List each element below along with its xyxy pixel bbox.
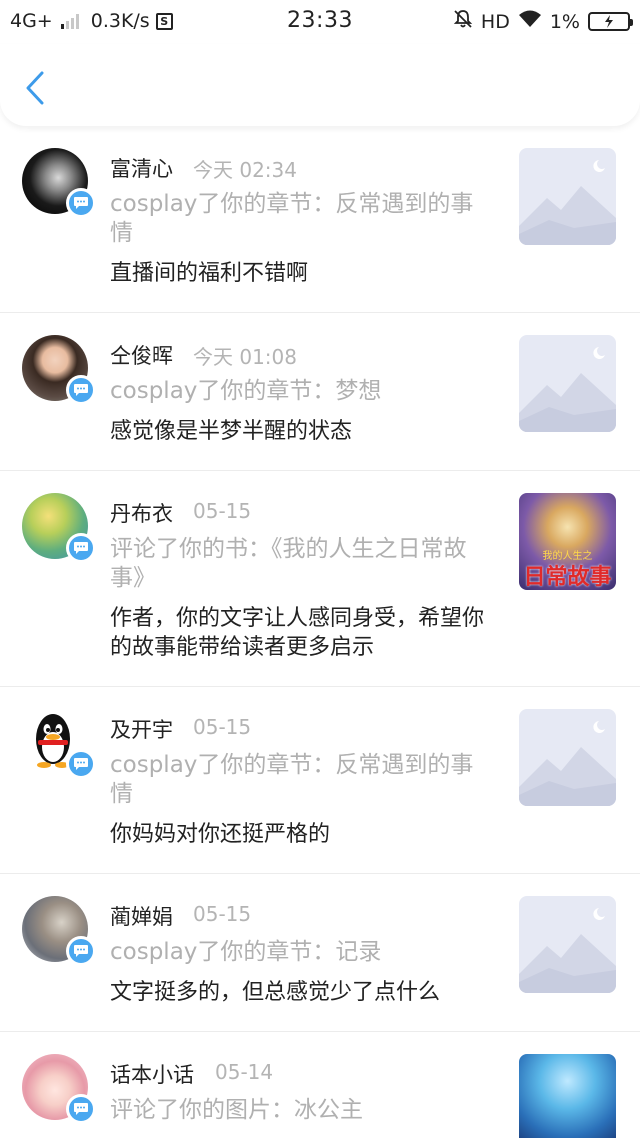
- book-cover-title: 日常故事: [523, 564, 612, 590]
- comment-badge-icon: [66, 936, 96, 966]
- comment-text: 文字挺多的，但总感觉少了点什么: [110, 980, 441, 1005]
- list-item[interactable]: 话本小话 05-14 评论了你的图片：冰公主: [0, 1032, 640, 1138]
- hd-label: HD: [480, 10, 510, 33]
- comment-badge-icon: [66, 533, 96, 563]
- battery-percent: 1%: [549, 10, 580, 33]
- user-name[interactable]: 仝俊晖: [110, 340, 173, 370]
- status-bar: 4G+ 0.3K/s S 23:33 HD 1%: [0, 0, 640, 44]
- comment-badge-icon: [66, 375, 96, 405]
- battery-icon: [588, 12, 633, 31]
- list-item[interactable]: 仝俊晖 今天 01:08 cosplay了你的章节：梦想 感觉像是半梦半醒的状态: [0, 313, 640, 471]
- timestamp: 05-15: [193, 499, 252, 523]
- timestamp: 今天 01:08: [193, 345, 297, 369]
- placeholder-image-icon[interactable]: [519, 335, 616, 432]
- action-text: cosplay了你的章节：记录: [110, 939, 382, 965]
- placeholder-image-icon[interactable]: [519, 148, 616, 245]
- timestamp: 05-15: [193, 902, 252, 926]
- action-text: 评论了你的图片：冰公主: [110, 1097, 363, 1123]
- comment-badge-icon: [66, 1094, 96, 1124]
- back-button[interactable]: [20, 70, 50, 106]
- nav-bar: [0, 44, 640, 126]
- avatar[interactable]: [22, 148, 96, 218]
- user-name[interactable]: 富清心: [110, 153, 173, 183]
- user-name[interactable]: 丹布衣: [110, 498, 173, 528]
- action-text: 评论了你的书：《我的人生之日常故事》: [110, 536, 467, 591]
- list-item[interactable]: 蔺婵娟 05-15 cosplay了你的章节：记录 文字挺多的，但总感觉少了点什…: [0, 874, 640, 1032]
- comment-badge-icon: [66, 188, 96, 218]
- timestamp: 05-14: [215, 1060, 274, 1084]
- placeholder-image-icon[interactable]: [519, 896, 616, 993]
- timestamp: 05-15: [193, 715, 252, 739]
- comment-text: 直播间的福利不错啊: [110, 261, 309, 286]
- comment-badge-icon: [66, 749, 96, 779]
- mute-bell-icon: [453, 9, 473, 34]
- action-text: cosplay了你的章节：反常遇到的事情: [110, 191, 474, 246]
- comment-text: 作者，你的文字让人感同身受，希望你的故事能带给读者更多启示: [110, 606, 485, 660]
- list-item[interactable]: 富清心 今天 02:34 cosplay了你的章节：反常遇到的事情 直播间的福利…: [0, 126, 640, 313]
- avatar[interactable]: [22, 493, 96, 563]
- action-text: cosplay了你的章节：反常遇到的事情: [110, 752, 474, 807]
- list-item[interactable]: 丹布衣 05-15 评论了你的书：《我的人生之日常故事》 作者，你的文字让人感同…: [0, 471, 640, 687]
- comment-text: 你妈妈对你还挺严格的: [110, 822, 331, 847]
- status-right: HD 1%: [453, 9, 633, 34]
- book-cover[interactable]: 我的人生之 日常故事: [519, 493, 616, 590]
- avatar[interactable]: [22, 709, 96, 779]
- image-thumbnail[interactable]: [519, 1054, 616, 1138]
- avatar[interactable]: [22, 335, 96, 405]
- chevron-left-icon: [26, 71, 44, 105]
- placeholder-image-icon[interactable]: [519, 709, 616, 806]
- timestamp: 今天 02:34: [193, 158, 297, 182]
- comment-text: 感觉像是半梦半醒的状态: [110, 419, 353, 444]
- message-list: 富清心 今天 02:34 cosplay了你的章节：反常遇到的事情 直播间的福利…: [0, 126, 640, 1138]
- wifi-icon: [518, 10, 542, 33]
- action-text: cosplay了你的章节：梦想: [110, 378, 382, 404]
- avatar[interactable]: [22, 1054, 96, 1124]
- avatar[interactable]: [22, 896, 96, 966]
- list-item[interactable]: 及开宇 05-15 cosplay了你的章节：反常遇到的事情 你妈妈对你还挺严格…: [0, 687, 640, 874]
- user-name[interactable]: 话本小话: [110, 1059, 194, 1089]
- user-name[interactable]: 及开宇: [110, 714, 173, 744]
- user-name[interactable]: 蔺婵娟: [110, 901, 173, 931]
